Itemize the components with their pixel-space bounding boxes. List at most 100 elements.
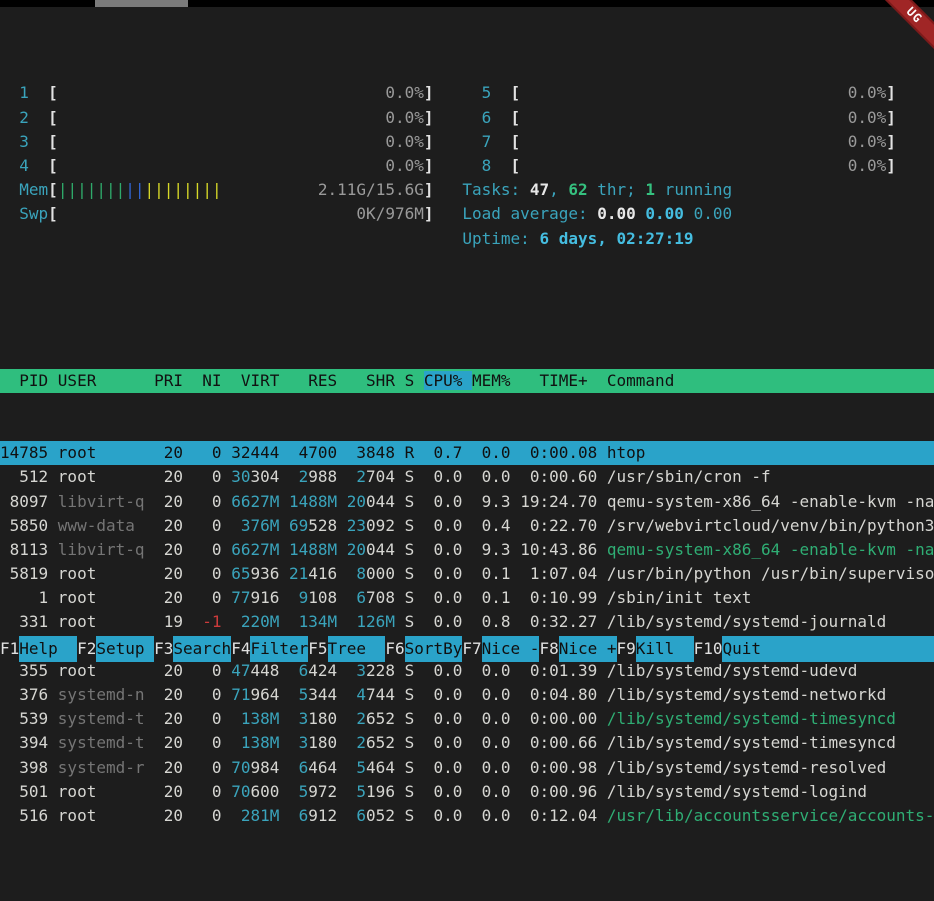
table-cell: 20 [154,588,193,607]
table-cell: 0:00.98 [520,758,607,777]
process-row[interactable]: 539 systemd-t 20 0 138M 3180 2652 S 0.0 … [0,707,934,731]
process-row[interactable]: 501 root 20 0 70600 5972 5196 S 0.0 0.0 … [0,780,934,804]
fkey-label[interactable]: Nice + [559,636,617,662]
process-row[interactable]: 355 root 20 0 47448 6424 3228 S 0.0 0.0 … [0,659,934,683]
table-cell: 0.0 [472,806,520,825]
table-cell: 988 [308,467,347,486]
process-row[interactable]: 1 root 20 0 77916 9108 6708 S 0.0 0.1 0:… [0,586,934,610]
table-cell: systemd-t [58,709,154,728]
table-cell: 5 [289,685,308,704]
fkey-key[interactable]: F7 [462,636,481,662]
bracket-open: [ [511,132,521,151]
table-cell: 20 [154,540,193,559]
table-cell: 4 [347,685,366,704]
column-header[interactable]: RES [289,371,347,390]
table-cell: 1488M [289,540,347,559]
column-header[interactable]: NI [193,371,232,390]
fkey-label[interactable]: Quit [722,636,934,662]
fkey-key[interactable]: F2 [77,636,96,662]
table-cell: 126M [347,612,405,631]
table-cell: root [58,564,154,583]
table-header-row[interactable]: PID USER PRI NI VIRT RES SHR S CPU% MEM%… [0,369,934,393]
table-cell: 916 [250,588,289,607]
table-cell: -1 [193,612,232,631]
fkey-key[interactable]: F1 [0,636,19,662]
column-header[interactable]: S [405,371,424,390]
fkey-key[interactable]: F4 [231,636,250,662]
fkey-key[interactable]: F9 [617,636,636,662]
column-header[interactable]: SHR [347,371,405,390]
text-segment [684,204,694,223]
meter-right-cell: Tasks: 47, 62 thr; 1 running [433,178,732,202]
column-header[interactable]: PRI [154,371,193,390]
table-cell: 108 [308,588,347,607]
meter-line: Swp[0K/976M] Load average: 0.00 0.00 0.0… [0,202,934,226]
fkey-key[interactable]: F10 [694,636,723,662]
meter-line: 3 [0.0%] 7 [0.0%] [0,130,934,154]
process-row[interactable]: 8113 libvirt-q 20 0 6627M 1488M 20044 S … [0,538,934,562]
table-cell: 0.0 [472,782,520,801]
table-cell: 77 [231,588,250,607]
fkey-key[interactable]: F6 [385,636,404,662]
table-cell: 8113 [0,540,58,559]
meter-label: Swp [0,204,48,223]
bracket-close: ] [886,108,896,127]
text-segment: Tasks: [462,180,529,199]
process-row[interactable]: 512 root 20 0 30304 2988 2704 S 0.0 0.0 … [0,465,934,489]
table-cell: S [405,564,424,583]
fkey-label[interactable]: Filter [250,636,308,662]
column-header[interactable]: TIME+ [520,371,607,390]
htop-terminal: 1 [0.0%] 5 [0.0%] 2 [0.0%] 6 [0.0%] 3 [0… [0,7,934,662]
table-cell: 0 [193,588,232,607]
table-cell: 000 [366,564,405,583]
meter-value: 0.0% [848,106,887,130]
table-cell: 0 [193,685,232,704]
fkey-label[interactable]: Kill [636,636,694,662]
column-header[interactable]: MEM% [472,371,520,390]
process-row[interactable]: 331 root 19 -1 220M 134M 126M S 0.0 0.8 … [0,610,934,634]
fkey-key[interactable]: F5 [308,636,327,662]
process-row[interactable]: 5819 root 20 0 65936 21416 8000 S 0.0 0.… [0,562,934,586]
fkey-label[interactable]: SortBy [405,636,463,662]
column-header[interactable]: CPU% [424,371,472,390]
window-tab[interactable] [95,0,188,7]
column-header[interactable]: PID [0,371,58,390]
text-segment: Uptime: [462,229,539,248]
column-header[interactable]: USER [58,371,154,390]
fkey-key[interactable]: F8 [539,636,558,662]
process-row[interactable]: 376 systemd-n 20 0 71964 5344 4744 S 0.0… [0,683,934,707]
fkey-label[interactable]: Nice - [482,636,540,662]
process-row[interactable]: 5850 www-data 20 0 376M 69528 23092 S 0.… [0,514,934,538]
text-segment: 47 [530,180,549,199]
process-row[interactable]: 394 systemd-t 20 0 138M 3180 2652 S 0.0 … [0,731,934,755]
meter-line: Mem[|||||||||||||||||2.11G/15.6G] Tasks:… [0,178,934,202]
table-cell: 0 [193,806,232,825]
fkey-label[interactable]: Tree [328,636,386,662]
bracket-open: [ [511,83,521,102]
process-row[interactable]: 398 systemd-r 20 0 70984 6464 5464 S 0.0… [0,756,934,780]
table-cell: 20 [154,733,193,752]
table-cell: 2 [347,733,366,752]
meter-value: 0K/976M [356,202,423,226]
fkey-label[interactable]: Setup [96,636,154,662]
process-row[interactable]: 8097 libvirt-q 20 0 6627M 1488M 20044 S … [0,490,934,514]
table-cell: 355 [0,661,58,680]
table-cell: 376 [0,685,58,704]
cpu-meter-label: 7 [462,132,510,151]
column-header[interactable]: Command [607,371,674,390]
table-cell: 5 [347,758,366,777]
table-cell: 044 [366,540,405,559]
column-header[interactable]: VIRT [231,371,289,390]
fkey-key[interactable]: F3 [154,636,173,662]
table-cell: 4 [289,443,308,462]
table-cell: 6 [347,588,366,607]
process-row[interactable]: 516 root 20 0 281M 6912 6052 S 0.0 0.0 0… [0,804,934,828]
meter-right-cell: 7 [0.0%] [433,130,895,154]
fkey-label[interactable]: Help [19,636,77,662]
fkey-label[interactable]: Search [173,636,231,662]
table-cell: 0 [193,443,232,462]
process-row[interactable]: 14785 root 20 0 32444 4700 3848 R 0.7 0.… [0,441,934,465]
table-cell: 20 [154,492,193,511]
table-cell: /lib/systemd/systemd-timesyncd [607,733,896,752]
table-cell: 65 [231,564,250,583]
